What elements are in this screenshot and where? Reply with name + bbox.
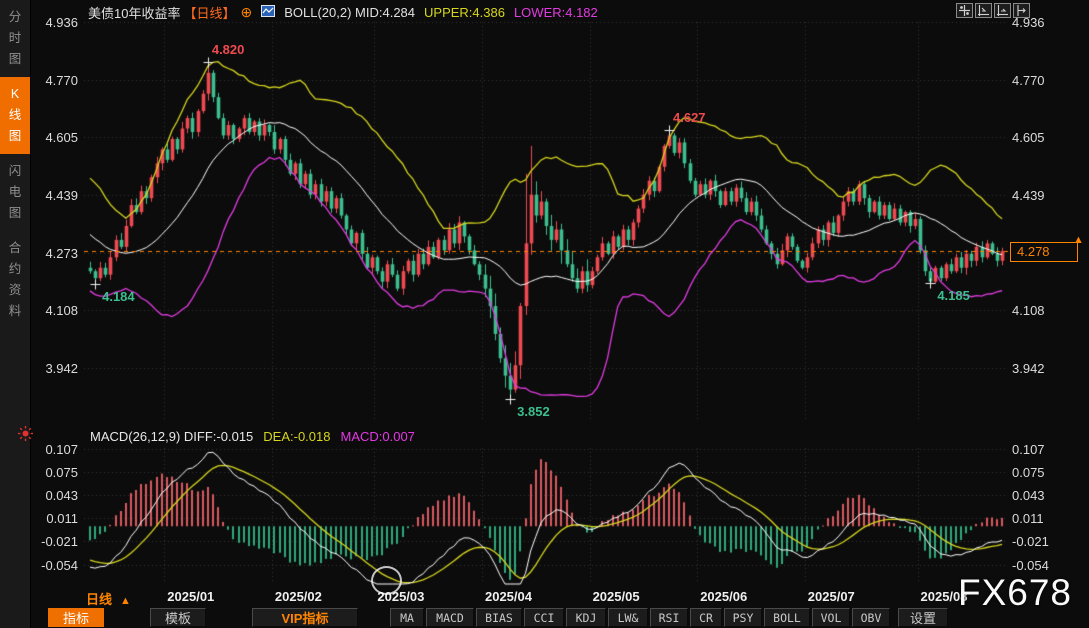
sidebar-tab-分时图[interactable]: 分时图 — [0, 0, 30, 77]
toolbar-button-模板[interactable]: 模板 — [150, 608, 206, 627]
x-axis-month-label: 2025/01 — [167, 589, 214, 604]
watermark-logo-circle — [371, 566, 402, 595]
main-y-tick-right: 4.605 — [1012, 130, 1045, 145]
boll-upper-value: UPPER:4.386 — [424, 5, 505, 20]
x-axis-month-label: 2025/04 — [485, 589, 532, 604]
macd-bar-value: MACD:0.007 — [340, 429, 414, 444]
toolbar-button-PSY[interactable]: PSY — [724, 608, 762, 627]
toolbar-button-KDJ[interactable]: KDJ — [566, 608, 606, 627]
move-crosshair-icon[interactable] — [956, 3, 973, 18]
period-tag: 【日线】 — [183, 3, 235, 22]
macd-header: MACD(26,12,9) DIFF:-0.015 DEA:-0.018 MAC… — [90, 429, 415, 444]
red-sun-icon — [18, 426, 33, 446]
macd-dea-value: DEA:-0.018 — [263, 429, 330, 444]
toolbar-button-CCI[interactable]: CCI — [524, 608, 564, 627]
chart-header: 美债10年收益率 【日线】 ⊕ BOLL(20,2) MID:4.284 UPP… — [88, 4, 598, 20]
x-axis-month-label: 2025/02 — [275, 589, 322, 604]
instrument-title: 美债10年收益率 — [88, 3, 180, 22]
price-annotation-3.852: 3.852 — [517, 404, 550, 419]
macd-y-tick-right: 0.043 — [1012, 488, 1045, 503]
fx678-watermark: FX678 — [958, 572, 1072, 614]
toolbar-button-BIAS[interactable]: BIAS — [476, 608, 522, 627]
toolbar-button-设置[interactable]: 设置 — [898, 608, 948, 627]
toolbar-button-VOL[interactable]: VOL — [812, 608, 850, 627]
toolbar-button-指标[interactable]: 指标 — [48, 608, 104, 627]
sidebar-tab-闪电图[interactable]: 闪电图 — [0, 154, 30, 231]
toolbar-button-MACD[interactable]: MACD — [426, 608, 474, 627]
candlestick-chart-canvas[interactable] — [0, 0, 1089, 628]
main-y-tick-left: 4.273 — [30, 246, 78, 261]
price-annotation-4.820: 4.820 — [212, 42, 245, 57]
macd-y-tick-left: -0.054 — [30, 558, 78, 573]
x-axis-month-label: 2025/05 — [593, 589, 640, 604]
macd-y-tick-right: 0.011 — [1012, 511, 1044, 526]
last-price-box: 4.278 — [1010, 242, 1078, 262]
price-annotation-4.184: 4.184 — [102, 289, 135, 304]
macd-y-tick-left: 0.043 — [30, 488, 78, 503]
main-y-tick-left: 4.439 — [30, 188, 78, 203]
macd-y-tick-left: 0.107 — [30, 442, 78, 457]
boll-lower-value: LOWER:4.182 — [514, 5, 598, 20]
main-y-tick-right: 4.439 — [1012, 188, 1045, 203]
chart-app-window: 分时图K线图闪电图合约资料 美债10年收益率 【日线】 ⊕ BOLL(20 — [0, 0, 1089, 628]
sidebar-tab-合约资料[interactable]: 合约资料 — [0, 231, 30, 329]
macd-y-tick-right: 0.075 — [1012, 465, 1045, 480]
price-annotation-4.185: 4.185 — [937, 288, 970, 303]
add-compare-icon[interactable]: ⊕ — [240, 6, 252, 18]
main-y-tick-left: 4.770 — [30, 73, 78, 88]
main-y-tick-right: 4.770 — [1012, 73, 1045, 88]
mini-chart-icon[interactable] — [261, 5, 275, 20]
left-sidebar: 分时图K线图闪电图合约资料 — [0, 0, 31, 628]
x-axis-month-label: 2025/06 — [700, 589, 747, 604]
main-y-tick-right: 4.108 — [1012, 303, 1045, 318]
toolbar-button-OBV[interactable]: OBV — [852, 608, 890, 627]
price-marker-arrow[interactable]: ▲ — [1073, 234, 1084, 246]
toolbar-button-VIP指标[interactable]: VIP指标 — [252, 608, 358, 627]
period-arrow-icon: ▲ — [120, 595, 131, 607]
toolbar-button-LW&[interactable]: LW& — [608, 608, 648, 627]
main-y-tick-left: 4.108 — [30, 303, 78, 318]
price-annotation-4.627: 4.627 — [673, 110, 706, 125]
main-y-tick-left: 4.936 — [30, 15, 78, 30]
sidebar-tab-K线图[interactable]: K线图 — [0, 77, 30, 154]
main-y-tick-left: 3.942 — [30, 361, 78, 376]
toolbar-button-RSI[interactable]: RSI — [650, 608, 688, 627]
macd-y-tick-left: 0.011 — [30, 511, 78, 526]
boll-mid-value: BOLL(20,2) MID:4.284 — [284, 5, 415, 20]
shift-right-icon[interactable] — [1013, 3, 1030, 18]
x-axis-month-label: 2025/07 — [808, 589, 855, 604]
main-y-tick-left: 4.605 — [30, 130, 78, 145]
macd-y-tick-right: -0.021 — [1012, 534, 1049, 549]
toolbar-button-MA[interactable]: MA — [390, 608, 424, 627]
fit-y-axis-icon[interactable] — [975, 3, 992, 18]
macd-y-tick-right: -0.054 — [1012, 558, 1049, 573]
macd-y-tick-left: -0.021 — [30, 534, 78, 549]
macd-y-tick-right: 0.107 — [1012, 442, 1045, 457]
chart-tool-icons — [956, 3, 1030, 18]
period-selector[interactable]: 日线▲ — [86, 589, 131, 608]
toolbar-button-CR[interactable]: CR — [690, 608, 722, 627]
macd-y-tick-left: 0.075 — [30, 465, 78, 480]
toolbar-button-BOLL[interactable]: BOLL — [764, 608, 810, 627]
macd-diff-value: MACD(26,12,9) DIFF:-0.015 — [90, 429, 253, 444]
fit-x-axis-icon[interactable] — [994, 3, 1011, 18]
main-y-tick-right: 3.942 — [1012, 361, 1045, 376]
